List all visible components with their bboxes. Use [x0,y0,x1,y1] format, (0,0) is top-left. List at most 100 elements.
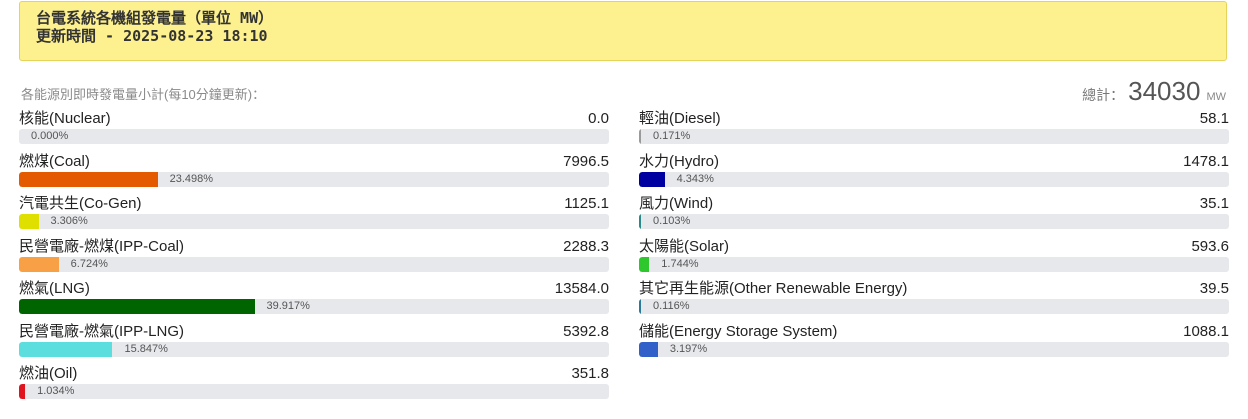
energy-source-value: 7996.5 [563,152,609,170]
energy-source-name: 輕油(Diesel) [639,110,721,127]
energy-source-name: 風力(Wind) [639,195,714,212]
section-subtitle: 各能源別即時發電量小計(每10分鐘更新)： [21,87,266,102]
energy-list-left: 核能(Nuclear) 0.0 0.000% 燃煤(Coal) 7996.5 23.498… [19,108,609,406]
energy-source-item: 民營電廠-燃煤(IPP-Coal) 2288.3 6.724% [19,236,609,279]
energy-source-name: 燃煤(Coal) [19,152,90,170]
energy-source-name: 民營電廠-燃氣(IPP-LNG) [19,322,185,340]
energy-source-value: 1125.1 [564,195,609,212]
energy-source-item: 民營電廠-燃氣(IPP-LNG) 5392.8 15.847% [19,321,609,364]
energy-source-name: 水力(Hydro) [639,152,720,170]
percent-bar-fill [639,256,650,272]
energy-source-item: 汽電共生(Co-Gen) 1125.1 3.306% [19,193,609,236]
percent-bar: 23.498% [19,171,609,187]
energy-source-value: 35.1 [1199,195,1229,212]
energy-source-row: 民營電廠-燃煤(IPP-Coal) 2288.3 [19,236,609,257]
energy-source-row: 輕油(Diesel) 58.1 [639,108,1229,129]
energy-source-item: 風力(Wind) 35.1 0.103% [639,193,1229,236]
energy-source-item: 核能(Nuclear) 0.0 0.000% [19,108,609,151]
energy-source-item: 燃油(Oil) 351.8 1.034% [19,363,609,406]
energy-source-value: 5392.8 [563,322,609,340]
percent-bar-fill [19,171,158,187]
energy-source-name: 汽電共生(Co-Gen) [19,195,142,212]
percent-bar-fill [19,384,26,399]
energy-source-value: 1088.1 [1183,322,1229,340]
percent-label: 6.724% [70,257,108,270]
page-title: 台電系統各機組發電量（單位 MW） [36,9,274,27]
energy-source-value: 593.6 [1191,237,1229,255]
percent-bar: 0.171% [639,129,1229,144]
energy-source-row: 水力(Hydro) 1478.1 [639,151,1229,172]
energy-source-item: 水力(Hydro) 1478.1 4.343% [639,151,1229,194]
header-banner: 台電系統各機組發電量（單位 MW） 更新時間 - 2025-08-23 18:1… [19,1,1227,61]
energy-source-name: 燃氣(LNG) [19,280,90,297]
percent-label: 1.744% [661,257,699,270]
percent-bar: 3.197% [639,341,1229,357]
energy-source-value: 58.1 [1199,110,1229,127]
energy-source-row: 燃煤(Coal) 7996.5 [19,151,609,172]
percent-label: 39.917% [266,300,310,312]
percent-label: 3.197% [669,342,708,355]
percent-label: 0.000% [31,130,69,142]
energy-source-value: 351.8 [571,365,609,382]
percent-bar: 3.306% [19,214,609,229]
energy-source-row: 儲能(Energy Storage System) 1088.1 [639,321,1229,342]
percent-label: 0.116% [653,300,690,312]
percent-label: 4.343% [676,172,714,185]
energy-source-row: 風力(Wind) 35.1 [639,193,1229,214]
energy-source-value: 1478.1 [1183,152,1229,170]
energy-source-row: 其它再生能源(Other Renewable Energy) 39.5 [639,278,1229,299]
energy-source-item: 燃氣(LNG) 13584.0 39.917% [19,278,609,321]
energy-source-item: 儲能(Energy Storage System) 1088.1 3.197% [639,321,1229,364]
percent-label: 0.103% [653,215,691,227]
percent-bar: 6.724% [19,256,609,272]
energy-source-row: 燃油(Oil) 351.8 [19,363,609,384]
total-unit: MW [1206,91,1226,103]
percent-label: 3.306% [50,215,88,227]
percent-bar-fill [19,256,59,272]
energy-source-item: 太陽能(Solar) 593.6 1.744% [639,236,1229,279]
percent-bar-fill [639,341,658,357]
energy-source-value: 13584.0 [554,280,609,297]
percent-bar: 1.034% [19,384,609,399]
energy-list-right: 輕油(Diesel) 58.1 0.171% 水力(Hydro) 1478.1 4.343… [639,108,1229,363]
percent-bar: 0.103% [639,214,1229,229]
total-label: 總計： [1082,87,1125,103]
percent-bar: 0.116% [639,299,1229,314]
percent-bar-fill [19,341,113,357]
percent-bar: 39.917% [19,299,609,314]
percent-label: 0.171% [653,130,691,142]
energy-source-row: 民營電廠-燃氣(IPP-LNG) 5392.8 [19,321,609,342]
energy-source-name: 儲能(Energy Storage System) [639,322,838,340]
percent-bar-fill [639,171,665,187]
energy-source-name: 核能(Nuclear) [19,110,111,127]
percent-label: 23.498% [169,172,214,185]
energy-source-name: 燃油(Oil) [19,365,78,382]
update-time: 更新時間 - 2025-08-23 18:10 [36,27,268,45]
energy-source-item: 輕油(Diesel) 58.1 0.171% [639,108,1229,151]
percent-label: 1.034% [37,385,75,397]
total-value: 34030 [1128,76,1201,106]
energy-source-row: 核能(Nuclear) 0.0 [19,108,609,129]
percent-bar-fill [19,214,39,229]
percent-bar: 1.744% [639,256,1229,272]
percent-bar: 4.343% [639,171,1229,187]
percent-bar-fill [639,129,641,144]
percent-bar-fill [639,299,641,314]
energy-source-name: 其它再生能源(Other Renewable Energy) [639,280,908,297]
energy-source-value: 2288.3 [563,237,609,255]
energy-source-name: 太陽能(Solar) [639,237,730,255]
percent-bar: 0.000% [19,129,609,144]
percent-label: 15.847% [124,342,168,355]
energy-source-name: 民營電廠-燃煤(IPP-Coal) [19,237,185,255]
total-summary: 總計： 34030 MW [1082,76,1226,107]
energy-source-value: 0.0 [588,110,609,127]
energy-source-row: 燃氣(LNG) 13584.0 [19,278,609,299]
percent-bar-fill [639,214,641,229]
energy-source-row: 太陽能(Solar) 593.6 [639,236,1229,257]
percent-bar: 15.847% [19,341,609,357]
energy-source-value: 39.5 [1199,280,1229,297]
energy-source-row: 汽電共生(Co-Gen) 1125.1 [19,193,609,214]
percent-bar-fill [19,299,255,314]
energy-source-item: 燃煤(Coal) 7996.5 23.498% [19,151,609,194]
energy-source-item: 其它再生能源(Other Renewable Energy) 39.5 0.116% [639,278,1229,321]
